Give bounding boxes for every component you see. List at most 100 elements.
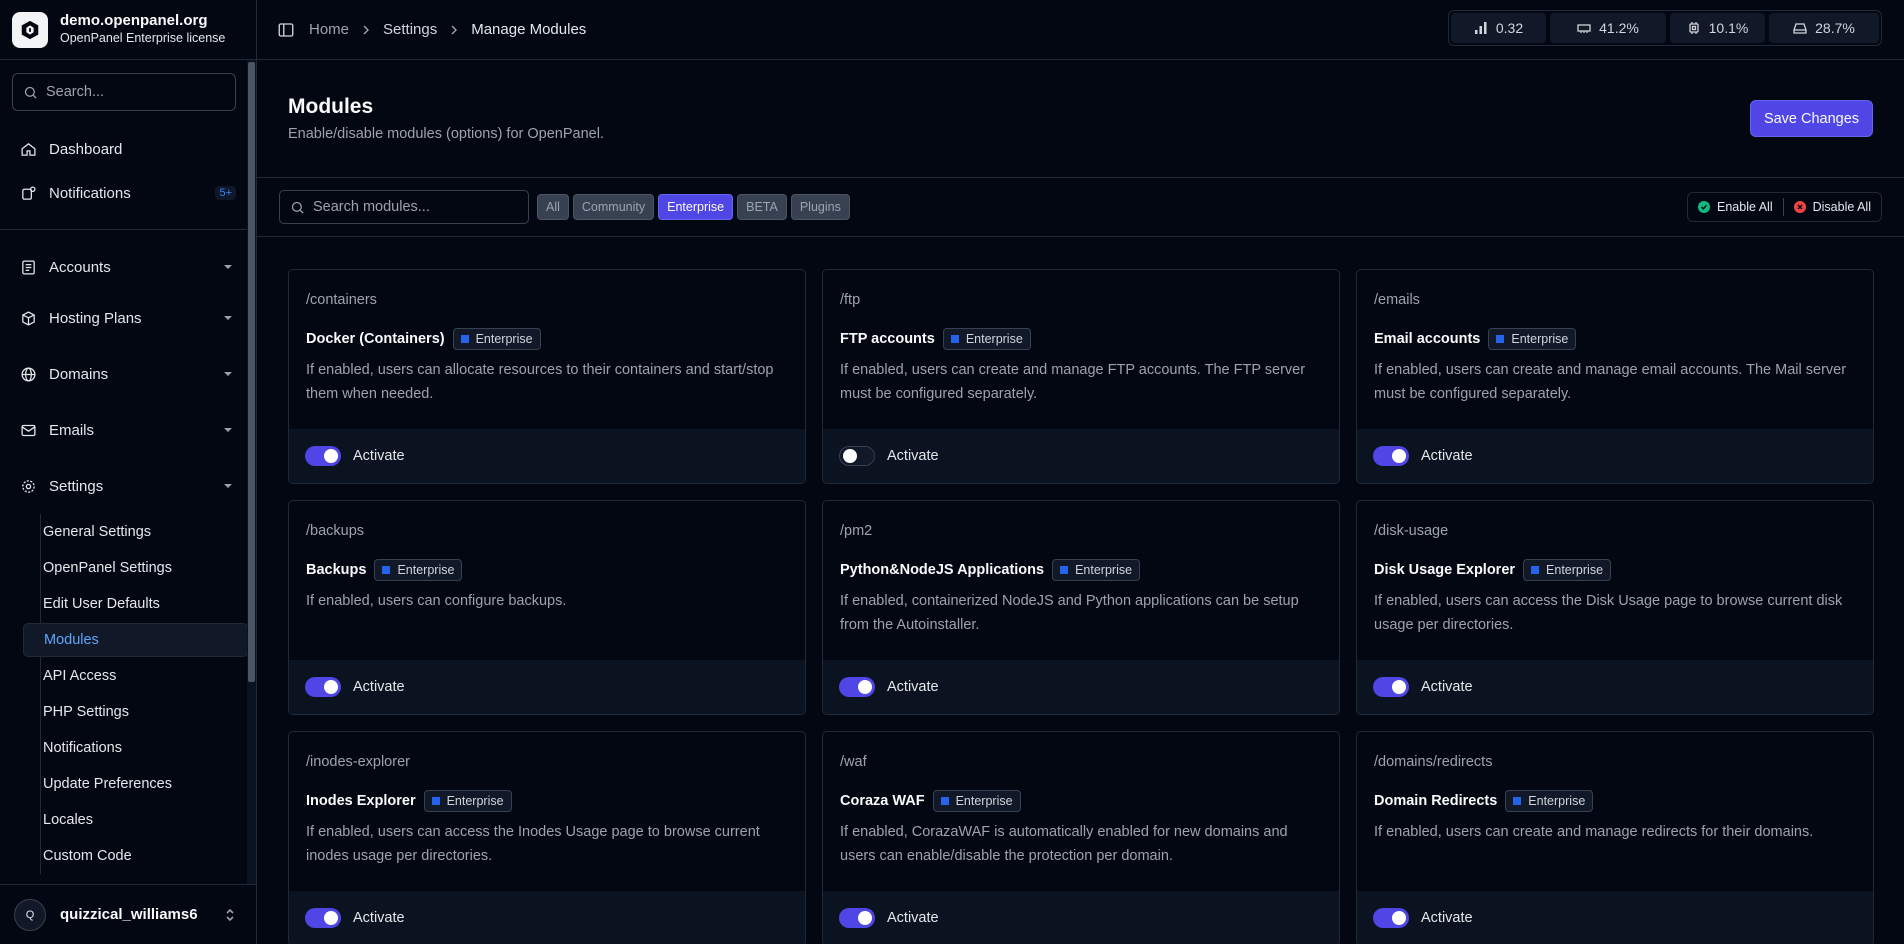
module-title-row: Python&NodeJS Applications Enterprise — [840, 559, 1141, 581]
sidebar-item-notifications[interactable]: Notifications 5+ — [12, 171, 244, 215]
filter-chip-enterprise[interactable]: Enterprise — [658, 194, 734, 220]
module-toggle-switch[interactable] — [305, 908, 341, 928]
module-toggle-switch[interactable] — [305, 677, 341, 697]
module-footer: Activate — [289, 660, 805, 714]
breadcrumb-current: Manage Modules — [471, 21, 587, 38]
filter-chip-community[interactable]: Community — [572, 194, 655, 220]
enterprise-badge: Enterprise — [452, 328, 541, 350]
settings-item-general[interactable]: General Settings — [23, 514, 244, 550]
package-icon — [22, 310, 35, 326]
settings-item-openpanel[interactable]: OpenPanel Settings — [23, 550, 244, 586]
enterprise-badge: Enterprise — [932, 790, 1021, 812]
module-name: Coraza WAF — [840, 793, 925, 809]
save-changes-button[interactable]: Save Changes — [1750, 100, 1873, 137]
stat-disk-value: 28.7% — [1815, 20, 1855, 36]
square-icon — [460, 335, 469, 343]
bell-icon — [22, 185, 36, 200]
breadcrumb-settings[interactable]: Settings — [383, 21, 437, 38]
stat-disk[interactable]: 28.7% — [1769, 13, 1879, 43]
sidebar-item-label: Accounts — [49, 258, 111, 276]
stat-load-value: 0.32 — [1495, 20, 1524, 36]
module-toggle-switch[interactable] — [839, 908, 875, 928]
brand-header[interactable]: demo.openpanel.org OpenPanel Enterprise … — [0, 0, 256, 60]
chevron-down-icon — [224, 372, 232, 376]
module-search[interactable] — [279, 190, 529, 224]
module-name: Domain Redirects — [1374, 793, 1498, 809]
sidebar-item-accounts[interactable]: Accounts — [12, 244, 244, 290]
stat-load[interactable]: 0.32 — [1451, 13, 1546, 43]
breadcrumb: Home Settings Manage Modules — [309, 21, 586, 38]
module-path: /domains/redirects — [1374, 754, 1493, 770]
sidebar-item-label: Emails — [49, 421, 95, 439]
sidebar-search-input[interactable] — [46, 84, 216, 100]
settings-item-custom-code[interactable]: Custom Code — [23, 838, 244, 874]
sidebar-item-emails[interactable]: Emails — [12, 402, 244, 458]
module-title-row: FTP accounts Enterprise — [840, 328, 1031, 350]
sidebar-item-hosting-plans[interactable]: Hosting Plans — [12, 290, 244, 346]
module-description: If enabled, users can configure backups. — [306, 593, 567, 609]
module-footer: Activate — [823, 429, 1339, 483]
stat-cpu[interactable]: 10.1% — [1670, 13, 1765, 43]
user-name: quizzical_williams6 — [60, 906, 198, 923]
switch-knob — [858, 680, 872, 694]
bulk-toggle-group: Enable All Disable All — [1687, 192, 1882, 222]
settings-item-php[interactable]: PHP Settings — [23, 694, 244, 730]
module-toggle-switch[interactable] — [305, 446, 341, 466]
settings-item-locales[interactable]: Locales — [23, 802, 244, 838]
module-description: If enabled, users can allocate resources… — [306, 362, 774, 402]
disable-all-button[interactable]: Disable All — [1793, 200, 1871, 214]
chevron-right-icon — [363, 25, 370, 34]
settings-item-update-preferences[interactable]: Update Preferences — [23, 766, 244, 802]
filter-chip-all[interactable]: All — [537, 194, 569, 220]
sidebar: demo.openpanel.org OpenPanel Enterprise … — [0, 0, 257, 944]
disable-all-label: Disable All — [1812, 200, 1871, 214]
module-footer: Activate — [823, 891, 1339, 944]
enterprise-badge: Enterprise — [374, 559, 463, 581]
module-card: /inodes-explorer Inodes Explorer Enterpr… — [288, 731, 806, 944]
module-description: If enabled, containerized NodeJS and Pyt… — [840, 593, 1299, 633]
sidebar-search[interactable] — [12, 73, 236, 111]
sidebar-scrollbar[interactable] — [247, 60, 256, 884]
switch-knob — [1392, 449, 1406, 463]
square-icon — [382, 566, 391, 574]
sidebar-item-dashboard[interactable]: Dashboard — [12, 127, 244, 171]
enable-all-button[interactable]: Enable All — [1698, 200, 1773, 214]
settings-item-notifications[interactable]: Notifications — [23, 730, 244, 766]
module-toggle-switch[interactable] — [839, 677, 875, 697]
chevron-right-icon — [451, 25, 458, 34]
module-title-row: Domain Redirects Enterprise — [1374, 790, 1594, 812]
module-search-input[interactable] — [313, 199, 513, 215]
page-title: Modules — [288, 95, 374, 118]
sidebar-item-label: Dashboard — [49, 140, 123, 158]
filter-chip-beta[interactable]: BETA — [737, 194, 787, 220]
breadcrumb-home[interactable]: Home — [309, 21, 349, 38]
module-title-row: Email accounts Enterprise — [1374, 328, 1577, 350]
module-toggle-switch[interactable] — [1373, 677, 1409, 697]
activate-label: Activate — [887, 448, 939, 464]
sidebar-item-label: Settings — [49, 477, 104, 495]
gear-icon — [22, 479, 35, 493]
badge-label: Enterprise — [475, 332, 533, 346]
settings-item-user-defaults[interactable]: Edit User Defaults — [23, 586, 244, 622]
module-title-row: Coraza WAF Enterprise — [840, 790, 1021, 812]
badge-label: Enterprise — [1075, 563, 1133, 577]
module-toggle-switch[interactable] — [1373, 446, 1409, 466]
scrollbar-thumb[interactable] — [248, 62, 255, 682]
badge-label: Enterprise — [1528, 794, 1586, 808]
module-toggle-switch[interactable] — [1373, 908, 1409, 928]
stat-memory[interactable]: 41.2% — [1550, 13, 1666, 43]
settings-item-modules[interactable]: Modules — [23, 623, 248, 657]
activate-label: Activate — [1421, 910, 1473, 926]
sidebar-toggle-icon[interactable] — [277, 21, 295, 39]
bar-chart-icon — [1474, 22, 1487, 34]
module-toggle-switch[interactable] — [839, 446, 875, 466]
sidebar-item-settings[interactable]: Settings — [12, 458, 244, 514]
filter-chip-plugins[interactable]: Plugins — [790, 194, 850, 220]
switch-knob — [324, 680, 338, 694]
sidebar-item-domains[interactable]: Domains — [12, 346, 244, 402]
settings-item-api-access[interactable]: API Access — [23, 658, 244, 694]
main-content: Home Settings Manage Modules 0.32 41.2% … — [257, 0, 1904, 944]
module-footer: Activate — [1357, 660, 1873, 714]
user-menu[interactable]: Q quizzical_williams6 — [0, 884, 256, 944]
chevron-down-icon — [224, 484, 232, 488]
